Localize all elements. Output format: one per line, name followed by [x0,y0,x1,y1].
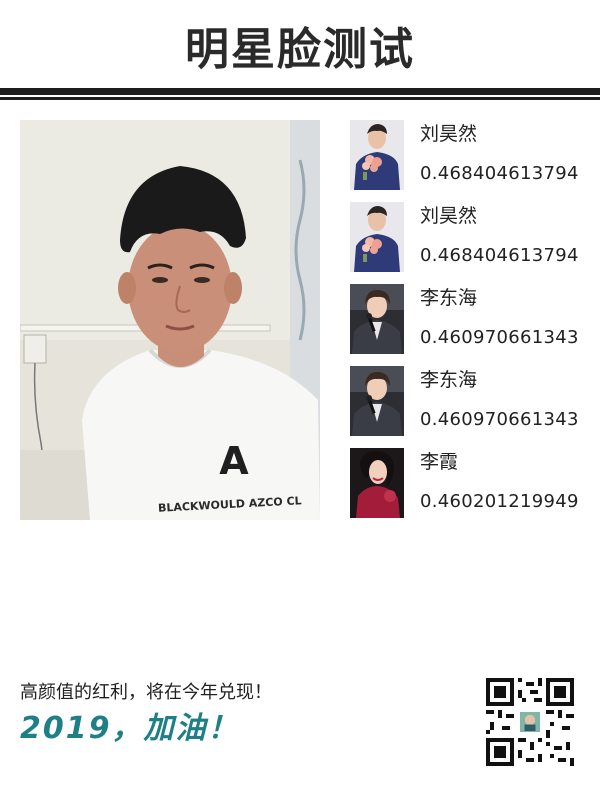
header-divider-thin [0,97,600,100]
celebrity-thumbnail [350,284,404,354]
shirt-letter: A [219,439,249,483]
match-item[interactable]: 李霞 0.460201219949 [350,448,600,518]
footer-slogan: 高颜值的红利，将在今年兑现！ [20,682,272,703]
match-score: 0.460970661343 [420,327,579,348]
match-name: 刘昊然 [420,123,478,145]
celebrity-thumbnail [350,202,404,272]
match-name: 刘昊然 [420,205,478,227]
match-item[interactable]: 刘昊然 0.468404613794 [350,120,600,190]
match-list: 刘昊然 0.468404613794 刘昊然 0.468404613794 李东… [350,120,600,530]
footer-cheer: 2019，加油！ [20,711,240,746]
celebrity-thumbnail [350,448,404,518]
qr-code-icon [486,678,574,766]
match-name: 李东海 [420,369,478,391]
match-score: 0.468404613794 [420,245,579,266]
match-score: 0.468404613794 [420,163,579,184]
celebrity-thumbnail [350,366,404,436]
celebrity-thumbnail [350,120,404,190]
uploaded-face-photo: A BLACKWOULD AZCO CL [20,120,320,520]
match-name: 李东海 [420,287,478,309]
match-item[interactable]: 李东海 0.460970661343 [350,284,600,354]
match-name: 李霞 [420,451,459,473]
match-item[interactable]: 李东海 0.460970661343 [350,366,600,436]
match-score: 0.460201219949 [420,491,579,512]
header-divider-thick [0,88,600,95]
page-title: 明星脸测试 [185,24,415,75]
match-score: 0.460970661343 [420,409,579,430]
match-item[interactable]: 刘昊然 0.468404613794 [350,202,600,272]
